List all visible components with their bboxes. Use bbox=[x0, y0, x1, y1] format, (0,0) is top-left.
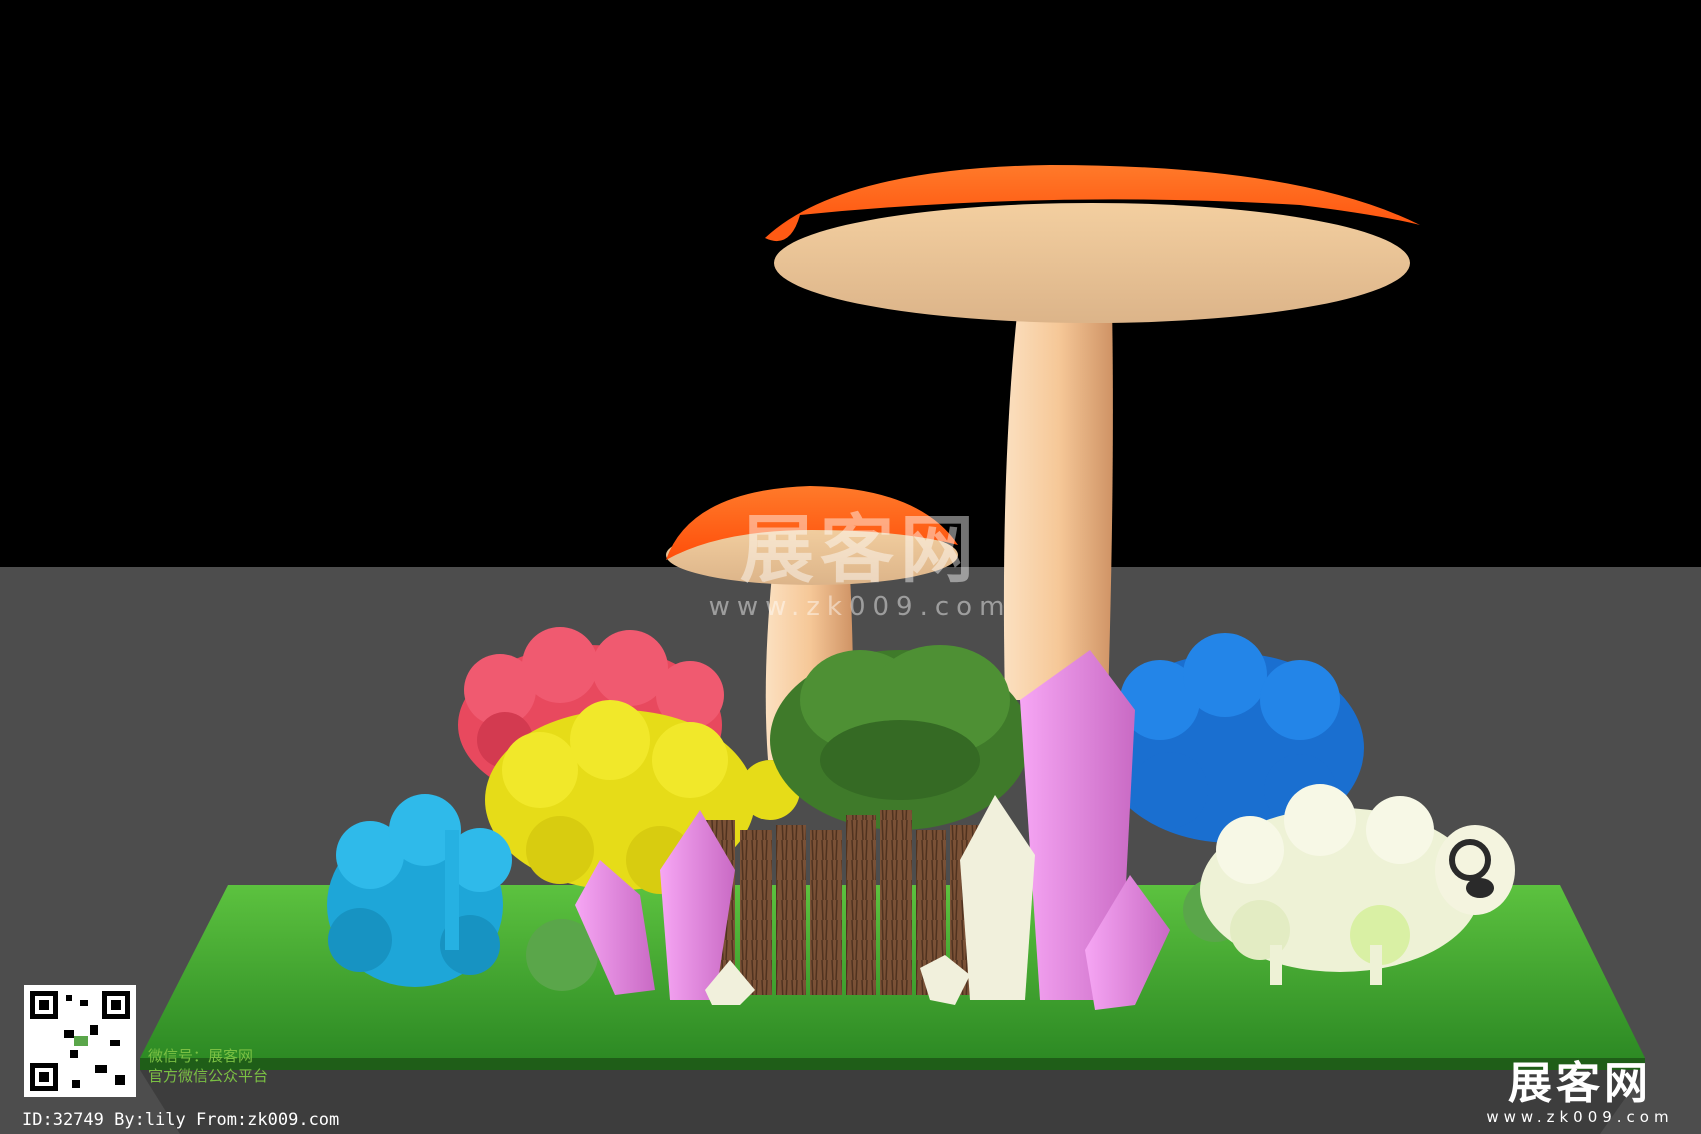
center-watermark: 展客网 www.zk009.com bbox=[660, 510, 1060, 622]
qr-caption-line2: 官方微信公众平台 bbox=[148, 1067, 269, 1085]
watermark-corner-cn: 展客网 bbox=[1508, 1058, 1652, 1109]
watermark-center-url: www.zk009.com bbox=[708, 592, 1012, 622]
big-mushroom-underside bbox=[774, 203, 1410, 323]
big-mushroom-stem bbox=[1003, 305, 1113, 700]
corner-watermark: 展客网 www.zk009.com bbox=[1470, 1058, 1690, 1127]
watermark-corner-url: www.zk009.com bbox=[1486, 1108, 1674, 1126]
qr-code-pattern bbox=[24, 985, 136, 1097]
footer-id-label: ID:32749 By:lily From:zk009.com bbox=[22, 1110, 340, 1130]
qr-caption: 微信号：展客网 官方微信公众平台 bbox=[148, 1046, 268, 1086]
display-scene: 展客网 www.zk009.com 微信号：展客网 官方微信公众平台 展客网 w… bbox=[0, 0, 1701, 1134]
qr-caption-line1: 微信号：展客网 bbox=[148, 1047, 254, 1065]
watermark-center-cn: 展客网 bbox=[740, 507, 980, 593]
